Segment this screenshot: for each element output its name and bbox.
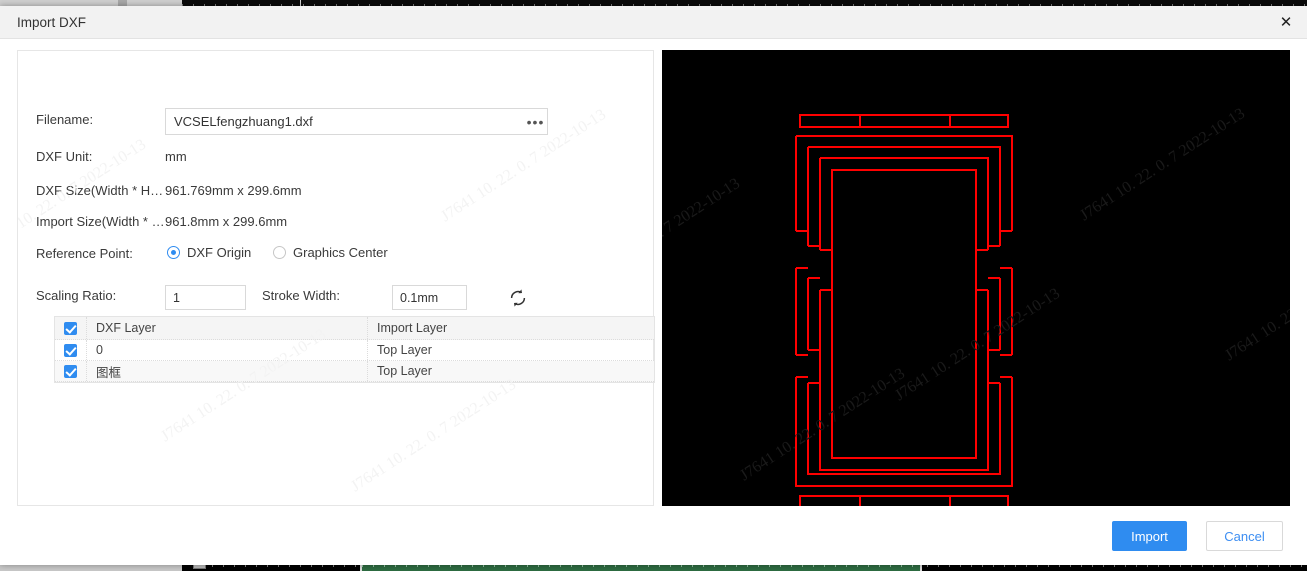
row-checkbox[interactable] [64,364,77,378]
cell-import-layer[interactable]: Top Layer [368,340,654,360]
import-size-label: Import Size(Width * … [36,214,165,229]
radio-dxf-origin[interactable]: DXF Origin [167,245,251,260]
filename-label: Filename: [36,112,94,127]
table-row[interactable]: 图框 Top Layer [55,361,654,382]
row-checkbox-cell[interactable] [55,361,87,381]
dxf-size-value: 961.769mm x 299.6mm [165,183,302,198]
import-size-row: Import Size(Width * … 961.8mm x 299.6mm [18,214,653,236]
cancel-button[interactable]: Cancel [1206,521,1283,551]
stroke-width-input[interactable] [392,285,467,310]
dxf-drawing [795,114,1013,506]
scaling-stroke-row: Scaling Ratio: Stroke Width: [18,285,653,310]
scaling-ratio-label: Scaling Ratio: [36,288,117,303]
dialog-titlebar: Import DXF ✕ [0,6,1307,39]
dialog-body: Filename: ••• DXF Unit: mm DXF Size(Widt… [0,39,1307,565]
select-all-checkbox[interactable] [64,321,77,335]
import-size-value: 961.8mm x 299.6mm [165,214,288,229]
import-dxf-dialog: Import DXF ✕ Filename: ••• DXF Unit: mm … [0,6,1307,565]
stroke-width-label: Stroke Width: [262,288,341,303]
dialog-title: Import DXF [17,15,87,30]
layer-mapping-table: DXF Layer Import Layer 0 Top Layer 图框 To… [54,316,655,383]
table-row[interactable]: 0 Top Layer [55,340,654,361]
scaling-ratio-input[interactable] [165,285,246,310]
row-checkbox-cell[interactable] [55,340,87,360]
dialog-footer: Import Cancel [0,507,1307,565]
table-header-row: DXF Layer Import Layer [55,317,654,340]
filename-row: Filename: ••• [18,108,653,135]
dxf-preview-canvas[interactable]: J7641 10. 22. 0. 7 2022-10-13 J7641 10. … [662,50,1290,506]
cell-dxf-layer: 图框 [87,361,368,381]
browse-file-button[interactable]: ••• [523,108,548,135]
watermark-text: J7641 10. 22. 0. 7 2022-10-13 [348,375,520,496]
dxf-unit-value: mm [165,149,187,164]
radio-graphics-center[interactable]: Graphics Center [273,245,388,260]
row-checkbox[interactable] [64,343,77,357]
cell-dxf-layer: 0 [87,340,368,360]
radio-unselected-icon [273,246,286,259]
dxf-unit-row: DXF Unit: mm [18,149,653,171]
radio-dxf-origin-label: DXF Origin [187,245,252,260]
column-header-import-layer: Import Layer [377,321,448,335]
column-header-dxf-layer: DXF Layer [87,317,368,339]
reference-point-row: Reference Point: DXF Origin Graphics Cen… [18,245,653,268]
dxf-size-label: DXF Size(Width * H… [36,183,164,198]
header-checkbox-cell[interactable] [55,317,87,339]
import-button[interactable]: Import [1112,521,1187,551]
close-icon[interactable]: ✕ [1265,6,1307,39]
filename-input[interactable] [165,108,548,135]
dxf-unit-label: DXF Unit: [36,149,93,164]
cell-import-layer[interactable]: Top Layer [368,361,654,381]
dxf-size-row: DXF Size(Width * H… 961.769mm x 299.6mm [18,183,653,205]
settings-panel: Filename: ••• DXF Unit: mm DXF Size(Widt… [17,50,655,506]
refresh-icon[interactable] [507,287,529,309]
radio-selected-icon [167,246,180,259]
reference-point-label: Reference Point: [36,246,133,261]
radio-graphics-center-label: Graphics Center [293,245,388,260]
